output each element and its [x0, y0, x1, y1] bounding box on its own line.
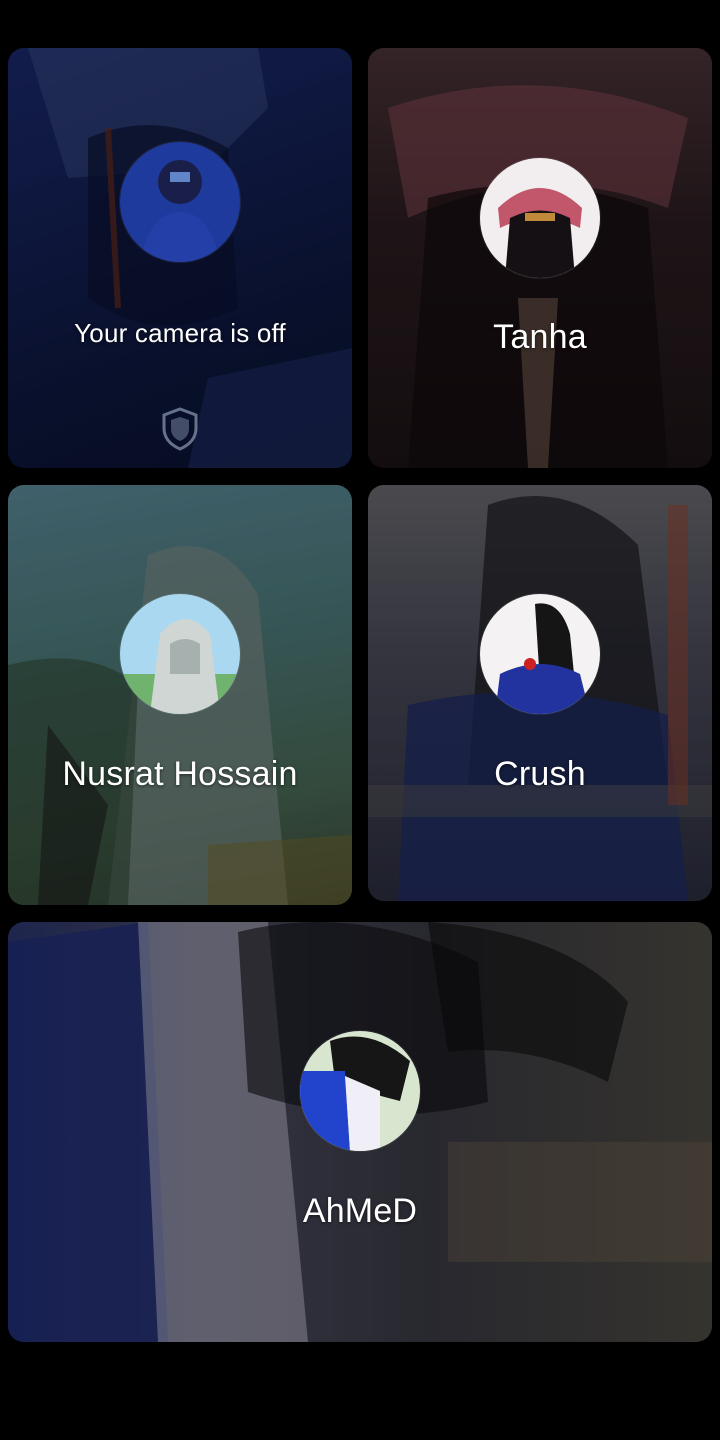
participant-tile-tanha[interactable]: Tanha [368, 48, 712, 468]
avatar-image [120, 142, 240, 262]
participant-name: Crush [494, 755, 586, 793]
participant-tile-ahmed[interactable]: AhMeD [8, 922, 712, 1342]
shield-icon [162, 407, 198, 451]
avatar [120, 594, 240, 714]
avatar [480, 594, 600, 714]
avatar-image [480, 158, 600, 278]
participant-tile-nusrat[interactable]: Nusrat Hossain [8, 485, 352, 905]
participant-name: Your camera is off [74, 318, 286, 348]
participant-name: AhMeD [302, 1192, 418, 1230]
avatar-image [480, 594, 600, 714]
avatar-image [300, 1031, 420, 1151]
avatar [480, 158, 600, 278]
avatar-image [120, 594, 240, 714]
participant-name: Nusrat Hossain [62, 755, 298, 793]
avatar [300, 1031, 420, 1151]
participant-tile-crush[interactable]: Crush [368, 485, 712, 901]
participant-tile-self[interactable]: Your camera is off [8, 48, 352, 468]
participant-name: Tanha [493, 318, 587, 356]
avatar [120, 142, 240, 262]
